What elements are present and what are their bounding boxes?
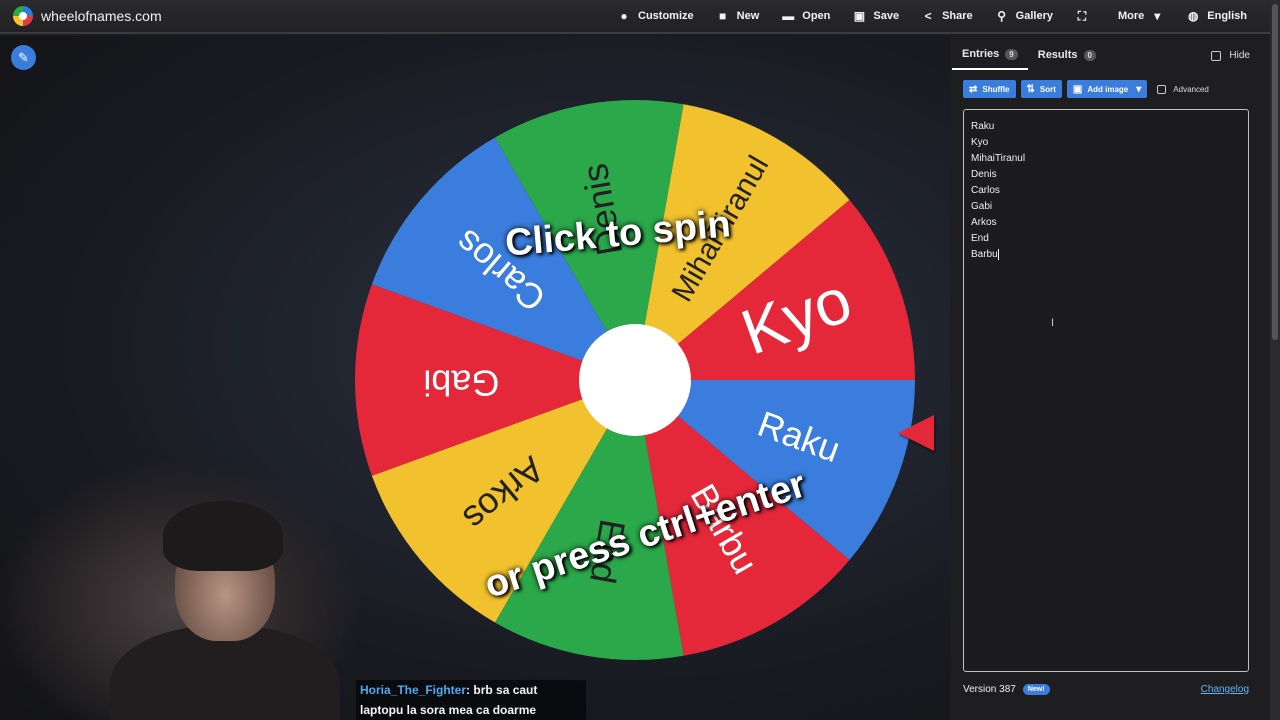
save-icon: ▣ bbox=[853, 9, 866, 23]
wheel-stage: ✎ Raku Barbu End Arkos Gabi Carlos Denis MihaiT… bbox=[0, 36, 950, 720]
entry-line: Gabi bbox=[971, 199, 1241, 215]
site-title: wheelofnames.com bbox=[41, 8, 162, 24]
nav-new-button[interactable]: ■ New bbox=[705, 0, 771, 33]
hide-checkbox[interactable] bbox=[1211, 50, 1222, 61]
entry-text: Barbu bbox=[971, 249, 998, 260]
main-nav: ● Customize ■ New ▬ Open ▣ Save < Share ⚲ Gallery ⛶ M… bbox=[606, 0, 1258, 33]
entry-line: MihaiTiranul bbox=[971, 151, 1241, 167]
text-caret bbox=[997, 248, 999, 260]
sort-label: Sort bbox=[1039, 84, 1056, 94]
entry-line: Denis bbox=[971, 167, 1241, 183]
edit-pencil-button[interactable]: ✎ bbox=[11, 45, 36, 70]
nav-fullscreen-button[interactable]: ⛶ bbox=[1064, 0, 1107, 33]
text-cursor-icon: I bbox=[1051, 317, 1055, 329]
tab-entries[interactable]: Entries 9 bbox=[952, 46, 1028, 70]
scrollbar-thumb[interactable] bbox=[1272, 4, 1278, 340]
nav-label: Customize bbox=[638, 10, 694, 22]
entries-toolbar: ⇄ Shuffle ⇅ Sort ▣ Add image ▾ Advanced bbox=[963, 80, 1209, 98]
nav-label: New bbox=[736, 10, 760, 22]
wheel-center-hub[interactable] bbox=[579, 324, 691, 436]
entry-text: Arkos bbox=[971, 217, 997, 228]
nav-label: Open bbox=[802, 10, 831, 22]
advanced-checkbox[interactable] bbox=[1157, 84, 1167, 94]
chevron-down-icon: ▾ bbox=[1154, 9, 1161, 23]
entries-panel: Entries 9 Results 0 Hide ⇄ Shuffle ⇅ Sor… bbox=[950, 36, 1270, 720]
add-image-button[interactable]: ▣ Add image ▾ bbox=[1066, 80, 1148, 98]
share-icon: < bbox=[924, 9, 932, 23]
version-info: Version 387 New! bbox=[963, 684, 1050, 695]
palette-icon: ● bbox=[620, 9, 628, 23]
fullscreen-icon: ⛶ bbox=[1077, 8, 1087, 23]
nav-label: English bbox=[1207, 10, 1247, 22]
shuffle-label: Shuffle bbox=[982, 84, 1010, 94]
nav-save-button[interactable]: ▣ Save bbox=[841, 0, 910, 33]
folder-icon: ▬ bbox=[782, 9, 795, 23]
chat-username: Horia_The_Fighter bbox=[360, 683, 467, 697]
nav-more-button[interactable]: More ▾ bbox=[1107, 0, 1175, 33]
stream-chat-message: Horia_The_Fighter: brb sa caut laptopu l… bbox=[356, 680, 586, 720]
add-image-label: Add image bbox=[1087, 84, 1129, 94]
image-icon: ▣ bbox=[1072, 83, 1083, 95]
nav-label: Save bbox=[873, 10, 900, 22]
nav-english-button[interactable]: ◍ English bbox=[1175, 0, 1258, 33]
entry-line: Raku bbox=[971, 119, 1241, 135]
nav-gallery-button[interactable]: ⚲ Gallery bbox=[984, 0, 1064, 33]
entry-text: Gabi bbox=[971, 201, 993, 212]
version-label: Version 387 bbox=[963, 684, 1016, 695]
tab-entries-label: Entries bbox=[962, 48, 1000, 60]
globe-icon: ◍ bbox=[1188, 9, 1199, 23]
nav-share-button[interactable]: < Share bbox=[910, 0, 984, 33]
wheel-logo-icon bbox=[13, 6, 33, 26]
entry-text: Carlos bbox=[971, 185, 1000, 196]
sort-icon: ⇅ bbox=[1026, 83, 1035, 95]
webcam-person-hair bbox=[163, 501, 283, 571]
nav-label: More bbox=[1117, 10, 1145, 22]
entry-text: Denis bbox=[971, 169, 997, 180]
nav-label: Share bbox=[942, 10, 973, 22]
wheel-svg[interactable]: RakuBarbuEndArkosGabiCarlosDenis MihaiTir… bbox=[350, 95, 920, 665]
file-icon: ■ bbox=[719, 9, 727, 23]
hide-label: Hide bbox=[1229, 50, 1250, 61]
advanced-toggle[interactable]: Advanced bbox=[1157, 84, 1209, 94]
nav-label: Gallery bbox=[1015, 10, 1053, 22]
entries-textarea[interactable]: Raku Kyo MihaiTiranul Denis Carlos Gabi Arkos E… bbox=[963, 109, 1249, 672]
wheel-pointer-icon bbox=[898, 415, 934, 451]
entry-text: Kyo bbox=[971, 137, 989, 148]
new-badge: New! bbox=[1022, 684, 1050, 695]
hide-toggle[interactable]: Hide bbox=[1211, 50, 1250, 61]
entry-line: End bbox=[971, 231, 1241, 247]
tab-results-label: Results bbox=[1037, 49, 1078, 61]
chevron-down-icon: ▾ bbox=[1136, 83, 1142, 95]
results-count-badge: 0 bbox=[1083, 49, 1096, 61]
entry-line: Kyo bbox=[971, 135, 1241, 151]
entry-text: Raku bbox=[971, 121, 995, 132]
changelog-link[interactable]: Changelog bbox=[1201, 684, 1249, 695]
tab-results[interactable]: Results 0 bbox=[1028, 46, 1106, 70]
entry-text: End bbox=[971, 233, 989, 244]
pencil-icon: ✎ bbox=[18, 49, 29, 65]
nav-customize-button[interactable]: ● Customize bbox=[606, 0, 705, 33]
wheel[interactable]: Raku Barbu End Arkos Gabi Carlos Denis MihaiTir… bbox=[350, 95, 934, 665]
wheel-segment-label: Gabi bbox=[423, 362, 499, 403]
top-bar: wheelofnames.com ● Customize ■ New ▬ Open ▣ Sav… bbox=[0, 0, 1270, 34]
page-scrollbar[interactable] bbox=[1270, 0, 1280, 720]
sort-button[interactable]: ⇅ Sort bbox=[1020, 80, 1062, 98]
entries-count-badge: 9 bbox=[1005, 48, 1018, 60]
nav-open-button[interactable]: ▬ Open bbox=[770, 0, 841, 33]
site-logo[interactable]: wheelofnames.com bbox=[13, 6, 162, 26]
shuffle-icon: ⇄ bbox=[969, 83, 978, 95]
entry-line: Carlos bbox=[971, 183, 1241, 199]
entry-line: Arkos bbox=[971, 215, 1241, 231]
entry-line: Barbu bbox=[971, 247, 1241, 263]
entry-text: MihaiTiranul bbox=[971, 153, 1026, 164]
panel-tabs: Entries 9 Results 0 bbox=[952, 46, 1106, 70]
shuffle-button[interactable]: ⇄ Shuffle bbox=[963, 80, 1016, 98]
advanced-label: Advanced bbox=[1173, 84, 1209, 94]
search-icon: ⚲ bbox=[997, 9, 1007, 23]
